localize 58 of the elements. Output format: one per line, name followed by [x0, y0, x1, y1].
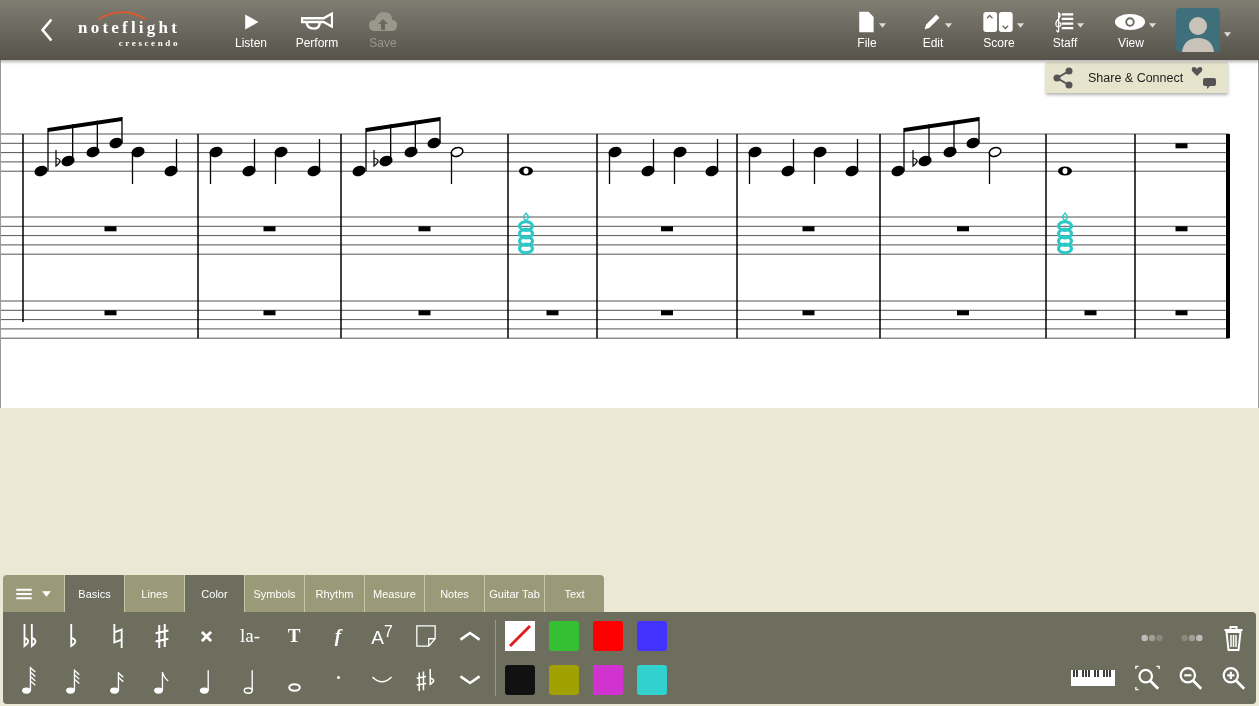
share-label: Share & Connect	[1088, 70, 1184, 85]
caret-icon	[1149, 23, 1156, 28]
double-sharp-icon[interactable]	[200, 630, 212, 642]
zoom-out-icon[interactable]	[1178, 665, 1203, 691]
caret-icon	[1077, 23, 1084, 28]
palette-tab[interactable]: Measure	[364, 575, 424, 612]
palette-menu-button[interactable]	[3, 575, 64, 612]
dynamics-tool[interactable]: f	[334, 625, 342, 647]
menu-icon	[16, 587, 32, 600]
heart-comment-icon	[1191, 65, 1218, 90]
palette-tab[interactable]: Rhythm	[304, 575, 364, 612]
page-dots-icon[interactable]	[1181, 634, 1203, 642]
chord-symbol-tool[interactable]: A$^{7}$	[371, 622, 393, 650]
toolbar-button[interactable]: Listen	[218, 10, 284, 50]
toolbar-button[interactable]: Perform	[284, 10, 350, 50]
caret-icon	[879, 23, 886, 28]
cloud-upload-icon	[367, 10, 399, 33]
color-swatch[interactable]	[593, 621, 623, 651]
color-swatch[interactable]	[637, 665, 667, 695]
palette-tab[interactable]: Notes	[424, 575, 484, 612]
share-panel[interactable]: Share & Connect	[1046, 62, 1228, 93]
menu-button[interactable]: Staff	[1032, 10, 1098, 50]
menu-button[interactable]: Score	[966, 10, 1032, 50]
trumpet-icon	[301, 10, 333, 33]
color-swatch[interactable]	[549, 665, 579, 695]
palette-tab[interactable]: Basics	[64, 575, 124, 612]
treble-clef-staff-icon	[1054, 10, 1074, 33]
palette-tab[interactable]: Text	[544, 575, 604, 612]
caret-icon	[1224, 31, 1231, 37]
book-icon	[982, 10, 1014, 33]
lyrics-tool[interactable]: la-	[239, 625, 260, 647]
menu-button[interactable]: Edit	[900, 10, 966, 50]
palette-tab[interactable]: Symbols	[244, 575, 304, 612]
caret-icon	[945, 23, 952, 28]
palette-tab[interactable]: Color	[184, 575, 244, 612]
zoom-fit-icon[interactable]	[1135, 665, 1160, 691]
color-swatch[interactable]	[593, 665, 623, 695]
back-icon[interactable]	[40, 17, 54, 43]
palette-tab[interactable]: Guitar Tab	[484, 575, 544, 612]
page-dots-icon[interactable]	[1141, 634, 1163, 642]
piano-keyboard-icon[interactable]	[1071, 670, 1115, 686]
caret-icon	[42, 590, 51, 597]
text-tool[interactable]: T	[287, 625, 301, 647]
share-icon	[1052, 66, 1074, 89]
caret-icon	[1017, 23, 1024, 28]
no-color-swatch[interactable]	[505, 621, 535, 651]
whole-note-icon[interactable]	[287, 682, 301, 692]
color-swatch[interactable]	[549, 621, 579, 651]
menu-button[interactable]: View	[1098, 10, 1164, 50]
document-icon	[856, 10, 876, 33]
dot-icon[interactable]	[336, 675, 340, 679]
avatar-icon[interactable]	[1176, 8, 1220, 52]
color-swatch[interactable]	[505, 665, 535, 695]
menu-button[interactable]: File	[834, 10, 900, 50]
zoom-in-icon[interactable]	[1221, 665, 1246, 691]
color-swatch[interactable]	[637, 621, 667, 651]
logo: noteflight crescendo	[68, 12, 180, 48]
palette-tab[interactable]: Lines	[124, 575, 184, 612]
